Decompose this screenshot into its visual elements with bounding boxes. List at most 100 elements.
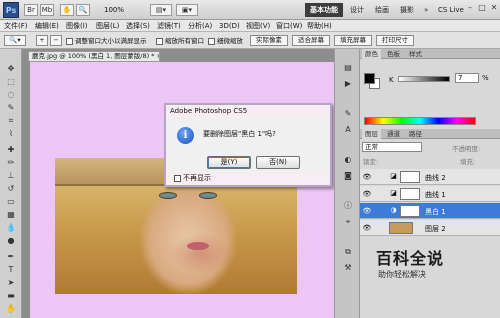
- history-panel-icon[interactable]: ▤: [342, 63, 354, 73]
- tab-channels[interactable]: 通道: [384, 129, 403, 139]
- screen-mode-button[interactable]: ▣▾: [176, 4, 198, 16]
- tool-presets-icon[interactable]: ⚒: [342, 263, 354, 273]
- healing-brush-icon[interactable]: ✚: [5, 145, 17, 155]
- menu-edit[interactable]: 编辑(E): [35, 20, 59, 32]
- crop-tool-icon[interactable]: ⌗: [5, 116, 17, 126]
- character-panel-icon[interactable]: A: [342, 125, 354, 135]
- type-tool-icon[interactable]: T: [5, 265, 17, 275]
- path-select-tool-icon[interactable]: ➤: [5, 278, 17, 288]
- fit-screen-button[interactable]: 适合屏幕: [292, 35, 330, 46]
- menu-select[interactable]: 选择(S): [126, 20, 150, 32]
- hand-icon[interactable]: ✋: [60, 4, 74, 16]
- workspace-basic[interactable]: 基本功能: [305, 3, 343, 17]
- yes-button[interactable]: 是(Y): [207, 156, 251, 169]
- eye-icon[interactable]: 👁: [362, 206, 372, 216]
- dodge-tool-icon[interactable]: ●: [5, 236, 17, 246]
- layer-row[interactable]: 👁 ◪ 曲线 2: [360, 169, 500, 185]
- clone-stamp-icon[interactable]: ⊥: [5, 171, 17, 181]
- watermark: 百科全说 助你轻松解决: [370, 245, 466, 285]
- history-brush-icon[interactable]: ↺: [5, 184, 17, 194]
- menu-analysis[interactable]: 分析(A): [188, 20, 212, 32]
- eyedropper-tool-icon[interactable]: ⌇: [5, 129, 17, 139]
- brush-tool-icon[interactable]: ✏: [5, 158, 17, 168]
- eraser-tool-icon[interactable]: ▭: [5, 197, 17, 207]
- layer-row[interactable]: 👁 图层 2: [360, 220, 500, 236]
- dont-show-again-checkbox[interactable]: 不再显示: [174, 174, 211, 183]
- navigator-panel-icon[interactable]: ⌖: [342, 217, 354, 227]
- masks-panel-icon[interactable]: ◙: [342, 171, 354, 181]
- blend-mode-select[interactable]: 正常: [362, 142, 422, 152]
- workspace-photography[interactable]: 摄影: [400, 3, 414, 17]
- close-button[interactable]: ✕: [488, 2, 500, 14]
- print-size-button[interactable]: 打印尺寸: [376, 35, 414, 46]
- minibridge-button[interactable]: Mb: [40, 4, 54, 16]
- info-panel-icon[interactable]: ⓘ: [342, 201, 354, 211]
- actual-pixels-button[interactable]: 实际像素: [250, 35, 288, 46]
- layer-row-selected[interactable]: 👁 ◑ 黑白 1: [360, 203, 500, 219]
- zoom-all-windows-checkbox[interactable]: 缩放所有窗口: [156, 36, 204, 46]
- k-channel-input[interactable]: 7: [455, 73, 479, 83]
- tool-preset-icon[interactable]: 🔍▾: [4, 35, 26, 46]
- eye-icon[interactable]: 👁: [362, 189, 372, 199]
- menu-layer[interactable]: 图层(L): [96, 20, 119, 32]
- layer-thumbnail: [389, 222, 413, 234]
- brush-panel-icon[interactable]: ✎: [342, 109, 354, 119]
- blur-tool-icon[interactable]: 💧: [5, 223, 17, 233]
- color-panel: K 7 %: [360, 59, 500, 127]
- resize-windows-checkbox[interactable]: 调整窗口大小以满屏显示: [66, 36, 147, 46]
- eye-icon[interactable]: 👁: [362, 172, 372, 182]
- layer-mask-thumbnail[interactable]: [400, 171, 420, 183]
- menu-window[interactable]: 窗口(W): [276, 20, 302, 32]
- eye-icon[interactable]: 👁: [362, 223, 372, 233]
- menu-3d[interactable]: 3D(D): [219, 20, 240, 32]
- color-spectrum-bar[interactable]: [364, 117, 476, 125]
- options-bar: 🔍▾ + − 调整窗口大小以满屏显示 缩放所有窗口 细微缩放 实际像素 适合屏幕…: [0, 32, 500, 49]
- zoom-out-icon[interactable]: −: [50, 35, 62, 46]
- minimize-button[interactable]: –: [464, 2, 476, 14]
- scrubby-zoom-checkbox[interactable]: 细微缩放: [208, 36, 243, 46]
- opacity-label: 不透明度:: [452, 145, 481, 153]
- menu-view[interactable]: 视图(V): [246, 20, 270, 32]
- layer-row[interactable]: 👁 ◪ 曲线 1: [360, 186, 500, 202]
- tab-styles[interactable]: 样式: [406, 49, 425, 59]
- menu-file[interactable]: 文件(F): [4, 20, 28, 32]
- zoom-in-icon[interactable]: +: [36, 35, 48, 46]
- quick-select-tool-icon[interactable]: ✎: [5, 103, 17, 113]
- cs-live-button[interactable]: CS Live: [438, 3, 464, 17]
- move-tool-icon[interactable]: ✥: [5, 64, 17, 74]
- tab-paths[interactable]: 路径: [406, 129, 425, 139]
- tab-swatches[interactable]: 色板: [384, 49, 403, 59]
- info-icon: i: [177, 127, 194, 144]
- menu-help[interactable]: 帮助(H): [307, 20, 332, 32]
- zoom-level-select[interactable]: 100%: [104, 4, 144, 16]
- workspace-design[interactable]: 设计: [350, 3, 364, 17]
- k-channel-slider[interactable]: [398, 76, 450, 82]
- restore-button[interactable]: □: [476, 2, 488, 14]
- tab-layers[interactable]: 图层: [362, 129, 381, 139]
- foreground-color-swatch[interactable]: [364, 73, 375, 84]
- workspace-painting[interactable]: 绘画: [375, 3, 389, 17]
- hand-tool-icon[interactable]: ✋: [5, 304, 17, 314]
- gradient-tool-icon[interactable]: ▦: [5, 210, 17, 220]
- pen-tool-icon[interactable]: ✒: [5, 252, 17, 262]
- bridge-button[interactable]: Br: [24, 4, 38, 16]
- fill-screen-button[interactable]: 填充屏幕: [334, 35, 372, 46]
- menu-filter[interactable]: 滤镜(T): [157, 20, 181, 32]
- shape-tool-icon[interactable]: ▬: [5, 291, 17, 301]
- clone-source-icon[interactable]: ⧉: [342, 247, 354, 257]
- layer-mask-thumbnail[interactable]: [400, 205, 420, 217]
- layer-mask-thumbnail[interactable]: [400, 188, 420, 200]
- curves-adjustment-icon: ◪: [390, 189, 397, 197]
- tab-color[interactable]: 颜色: [362, 49, 381, 59]
- no-button[interactable]: 否(N): [256, 156, 300, 169]
- zoom-tool-icon[interactable]: 🔍: [76, 4, 90, 16]
- document-tab[interactable]: 蘑克.jpg @ 100% (黑白 1, 图层蒙版/8) * ×: [28, 51, 160, 62]
- adjustments-panel-icon[interactable]: ◐: [342, 155, 354, 165]
- workspace-more-icon[interactable]: »: [424, 3, 428, 17]
- actions-panel-icon[interactable]: ▶: [342, 79, 354, 89]
- watermark-subtitle: 助你轻松解决: [378, 270, 426, 279]
- menu-image[interactable]: 图像(I): [66, 20, 88, 32]
- arrange-documents-button[interactable]: ▤▾: [150, 4, 172, 16]
- lasso-tool-icon[interactable]: ◌: [5, 90, 17, 100]
- marquee-tool-icon[interactable]: ⬚: [5, 77, 17, 87]
